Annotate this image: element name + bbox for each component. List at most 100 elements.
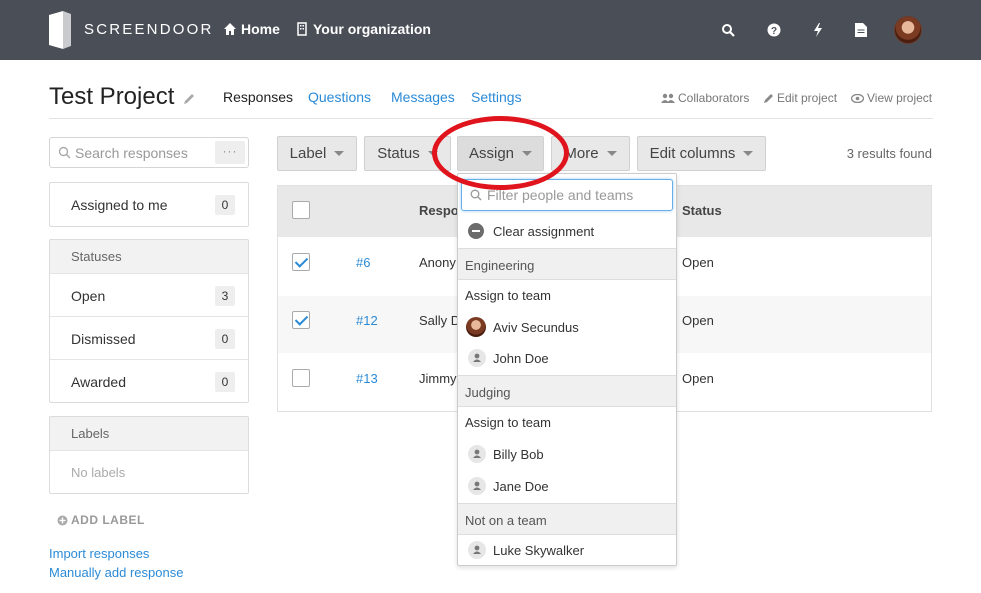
help-icon[interactable]: ?: [764, 20, 784, 40]
filter-label: Awarded: [71, 374, 127, 390]
user-icon: [468, 349, 486, 367]
filter-label: Dismissed: [71, 331, 136, 347]
filter-label: Assigned to me: [71, 197, 168, 213]
filter-status-dismissed[interactable]: Dismissed 0: [50, 316, 248, 359]
caret-down-icon: [522, 151, 533, 156]
status-dropdown-button[interactable]: Status: [364, 136, 451, 171]
button-label: More: [564, 145, 599, 162]
users-icon: [661, 93, 675, 103]
edit-project-label: Edit project: [777, 91, 838, 105]
add-label-text: ADD LABEL: [71, 513, 145, 527]
select-all-checkbox[interactable]: [292, 201, 310, 219]
filter-people-box: [461, 179, 673, 211]
filter-label: Open: [71, 288, 106, 304]
row-checkbox[interactable]: [292, 253, 310, 271]
labels-filter-box: Labels No labels: [49, 416, 249, 494]
brand-name[interactable]: SCREENDOOR: [84, 21, 214, 38]
button-label: Status: [377, 145, 420, 162]
filter-assigned-to-me[interactable]: Assigned to me 0: [50, 183, 248, 226]
row-checkbox[interactable]: [292, 369, 310, 387]
button-label: Edit columns: [649, 145, 736, 162]
group-label: Engineering: [465, 258, 535, 273]
caret-down-icon: [334, 151, 345, 156]
response-name: Jimmy: [419, 371, 457, 386]
group-header-engineering: Engineering: [458, 248, 676, 280]
clear-assignment-option[interactable]: Clear assignment: [458, 216, 676, 247]
count-badge: 0: [215, 329, 235, 349]
search-icon[interactable]: [718, 20, 738, 40]
home-icon: [224, 23, 236, 35]
caret-down-icon: [743, 151, 754, 156]
tab-responses[interactable]: Responses: [223, 89, 293, 105]
statuses-header: Statuses: [50, 240, 248, 273]
more-dropdown-button[interactable]: More: [551, 136, 630, 171]
row-checkbox[interactable]: [292, 311, 310, 329]
edit-columns-button[interactable]: Edit columns: [637, 136, 766, 171]
person-option[interactable]: John Doe: [458, 343, 676, 374]
user-avatar[interactable]: [894, 16, 922, 44]
add-label-button[interactable]: ADD LABEL: [57, 513, 145, 527]
search-responses-input[interactable]: [75, 143, 235, 163]
response-status: Open: [682, 255, 714, 270]
no-labels-row: No labels: [50, 450, 248, 493]
labels-header: Labels: [50, 417, 248, 450]
no-labels-text: No labels: [71, 465, 126, 480]
person-option[interactable]: Aviv Secundus: [458, 312, 676, 343]
tab-settings[interactable]: Settings: [471, 89, 522, 105]
assign-team-judging-option[interactable]: Assign to team: [458, 407, 676, 438]
nav-home-link[interactable]: Home: [223, 21, 280, 37]
bolt-icon[interactable]: [808, 20, 828, 40]
label-dropdown-button[interactable]: Label: [277, 136, 357, 171]
option-label: Billy Bob: [493, 447, 544, 462]
response-name: Anony: [419, 255, 456, 270]
edit-project-link[interactable]: Edit project: [763, 91, 837, 105]
filter-status-awarded[interactable]: Awarded 0: [50, 359, 248, 402]
eye-icon: [851, 93, 864, 103]
count-badge: 0: [215, 195, 235, 215]
person-option[interactable]: Luke Skywalker: [458, 535, 676, 566]
collaborators-label: Collaborators: [678, 91, 750, 105]
statuses-header-label: Statuses: [71, 249, 122, 264]
button-label: Assign: [468, 145, 515, 162]
response-id-link[interactable]: #12: [356, 313, 378, 328]
import-responses-link[interactable]: Import responses: [49, 546, 149, 561]
pencil-icon: [764, 93, 773, 103]
person-option[interactable]: Billy Bob: [458, 439, 676, 470]
option-label: Jane Doe: [493, 479, 549, 494]
tab-questions[interactable]: Questions: [308, 89, 371, 105]
group-label: Not on a team: [465, 513, 547, 528]
nav-organization-link[interactable]: Your organization: [295, 21, 431, 37]
group-label: Judging: [465, 385, 511, 400]
user-icon: [468, 445, 486, 463]
response-id-link[interactable]: #6: [356, 255, 370, 270]
collaborators-link[interactable]: Collaborators: [661, 91, 749, 105]
statuses-filter-box: Statuses Open 3 Dismissed 0 Awarded 0: [49, 239, 249, 403]
person-avatar: [466, 317, 486, 337]
response-name: Sally D: [419, 313, 461, 328]
tab-messages[interactable]: Messages: [391, 89, 455, 105]
view-project-label: View project: [867, 91, 933, 105]
user-icon: [468, 541, 486, 559]
manually-add-response-link[interactable]: Manually add response: [49, 565, 183, 580]
person-option[interactable]: Jane Doe: [458, 471, 676, 502]
svg-text:?: ?: [771, 26, 777, 37]
edit-title-pencil-icon[interactable]: [182, 92, 196, 106]
assign-dropdown-button[interactable]: Assign: [457, 136, 544, 171]
option-label: Assign to team: [465, 415, 551, 430]
filter-people-input[interactable]: [487, 186, 667, 204]
search-options-button[interactable]: ···: [215, 141, 245, 164]
project-title: Test Project: [49, 83, 175, 110]
building-icon: [297, 22, 307, 36]
response-id-link[interactable]: #13: [356, 371, 378, 386]
count-badge: 0: [215, 372, 235, 392]
screendoor-logo-icon[interactable]: [49, 11, 71, 49]
view-project-link[interactable]: View project: [851, 91, 932, 105]
column-header-response[interactable]: Respo: [419, 203, 459, 218]
column-header-status[interactable]: Status: [682, 203, 722, 218]
search-icon: [58, 146, 71, 159]
document-icon[interactable]: [851, 20, 871, 40]
results-count: 3 results found: [846, 146, 932, 161]
filter-status-open[interactable]: Open 3: [50, 273, 248, 316]
assign-team-engineering-option[interactable]: Assign to team: [458, 280, 676, 311]
nav-home-label: Home: [241, 21, 280, 37]
